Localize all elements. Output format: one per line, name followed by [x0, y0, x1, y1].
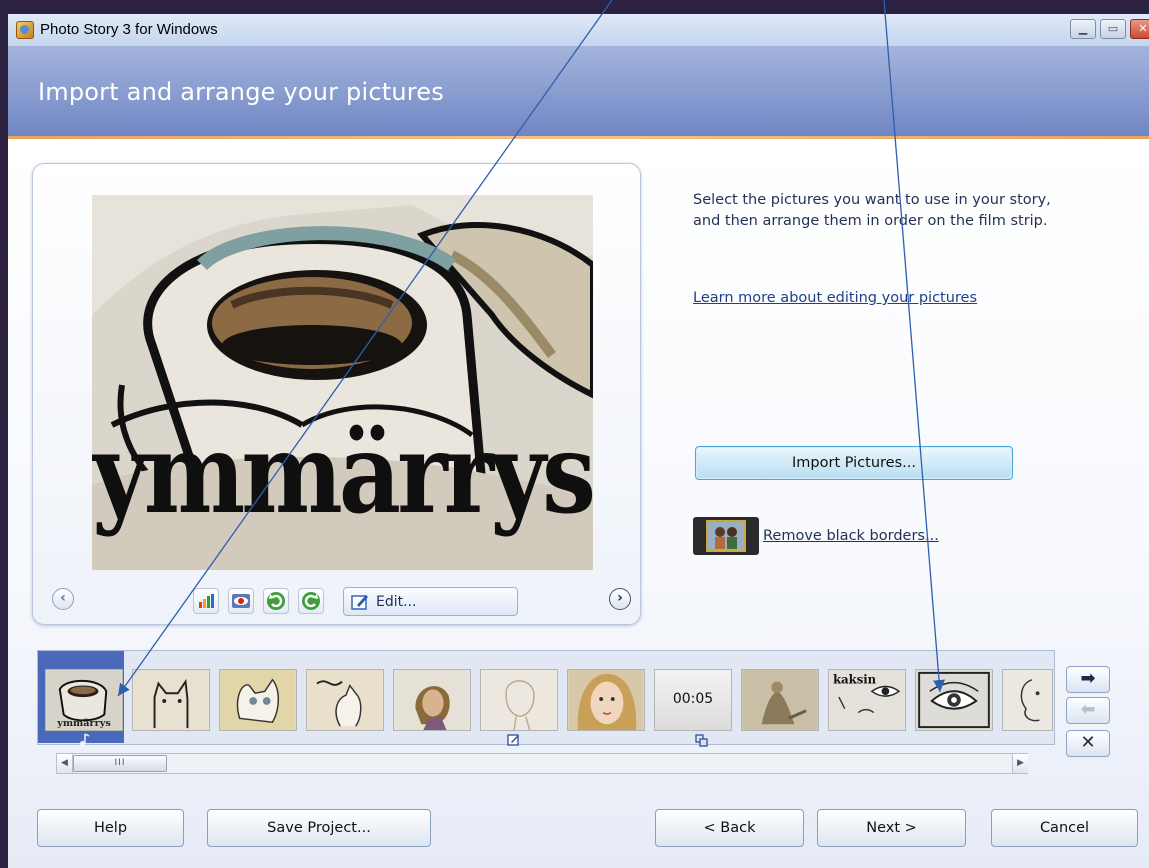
- transition-icon: [695, 734, 708, 747]
- filmstrip-thumb-9[interactable]: [741, 669, 819, 731]
- minimize-button[interactable]: ▁: [1070, 19, 1096, 39]
- page-title: Import and arrange your pictures: [38, 78, 444, 106]
- duration-label: 00:05: [672, 691, 714, 707]
- portrait-icon: [706, 520, 746, 552]
- remove-borders-icon[interactable]: [693, 517, 759, 555]
- remove-picture-button[interactable]: ✕: [1066, 730, 1110, 757]
- filmstrip-thumb-7[interactable]: [567, 669, 645, 731]
- filmstrip-thumb-11[interactable]: [915, 669, 993, 731]
- window-title: Photo Story 3 for Windows: [40, 21, 218, 38]
- move-left-button[interactable]: ⬅: [1066, 697, 1110, 724]
- filmstrip-thumb-6[interactable]: [480, 669, 558, 731]
- remove-black-borders-label: Remove black borders...: [763, 528, 939, 544]
- filmstrip-thumb-1[interactable]: ymmärrys: [45, 669, 123, 731]
- help-button[interactable]: Help: [37, 809, 184, 847]
- red-eye-icon: [232, 594, 250, 608]
- rotate-left-button[interactable]: [263, 588, 289, 614]
- move-left-icon: ⬅: [1080, 699, 1096, 720]
- edited-badge-icon: [507, 734, 519, 746]
- filmstrip-thumb-10[interactable]: kaksin: [828, 669, 906, 731]
- edit-button-label: Edit...: [376, 594, 417, 610]
- instructions-text: Select the pictures you want to use in y…: [693, 192, 1051, 229]
- move-right-button[interactable]: ➡: [1066, 666, 1110, 693]
- filmstrip-thumb-5[interactable]: [393, 669, 471, 731]
- remove-icon: ✕: [1080, 732, 1096, 753]
- edit-button[interactable]: Edit...: [343, 587, 518, 616]
- preview-image: ymmärrys: [92, 195, 593, 570]
- scroll-left-arrow[interactable]: ◀: [57, 754, 73, 773]
- photo-story-app-icon: [16, 21, 34, 39]
- next-picture-button[interactable]: ›: [609, 588, 631, 610]
- remove-black-borders-link[interactable]: Remove black borders...: [763, 528, 939, 544]
- music-note-icon: [80, 733, 90, 746]
- save-project-button[interactable]: Save Project...: [207, 809, 431, 847]
- thumb-10-caption: kaksin: [833, 673, 877, 687]
- auto-fix-button[interactable]: [193, 588, 219, 614]
- back-button[interactable]: < Back: [655, 809, 804, 847]
- rotate-right-button[interactable]: [298, 588, 324, 614]
- filmstrip-thumb-2[interactable]: [132, 669, 210, 731]
- scroll-right-arrow[interactable]: ▶: [1012, 754, 1028, 773]
- rotate-left-icon: [267, 592, 285, 610]
- scrollbar-thumb[interactable]: III: [73, 755, 167, 772]
- filmstrip-thumb-8[interactable]: 00:05: [654, 669, 732, 731]
- close-button[interactable]: ✕: [1130, 19, 1149, 39]
- previous-picture-button[interactable]: ‹: [52, 588, 74, 610]
- preview-caption-text: ymmärrys: [92, 409, 592, 538]
- edit-icon: [351, 595, 368, 610]
- maximize-button[interactable]: ▭: [1100, 19, 1126, 39]
- cancel-button[interactable]: Cancel: [991, 809, 1138, 847]
- learn-more-link[interactable]: Learn more about editing your pictures: [693, 290, 977, 306]
- thumb-1-caption: ymmärrys: [56, 718, 111, 729]
- auto-fix-icon: [199, 594, 214, 608]
- filmstrip-thumb-12[interactable]: [1002, 669, 1053, 731]
- filmstrip-thumb-4[interactable]: [306, 669, 384, 731]
- rotate-right-icon: [302, 592, 320, 610]
- move-right-icon: ➡: [1080, 668, 1096, 689]
- filmstrip-scrollbar[interactable]: ◀ III ▶: [56, 753, 1028, 774]
- filmstrip-thumb-3[interactable]: [219, 669, 297, 731]
- import-pictures-button[interactable]: Import Pictures...: [695, 446, 1013, 480]
- red-eye-button[interactable]: [228, 588, 254, 614]
- next-button[interactable]: Next >: [817, 809, 966, 847]
- title-bar: Photo Story 3 for Windows ▁ ▭ ✕: [8, 14, 1149, 47]
- page-header: Import and arrange your pictures: [8, 46, 1149, 136]
